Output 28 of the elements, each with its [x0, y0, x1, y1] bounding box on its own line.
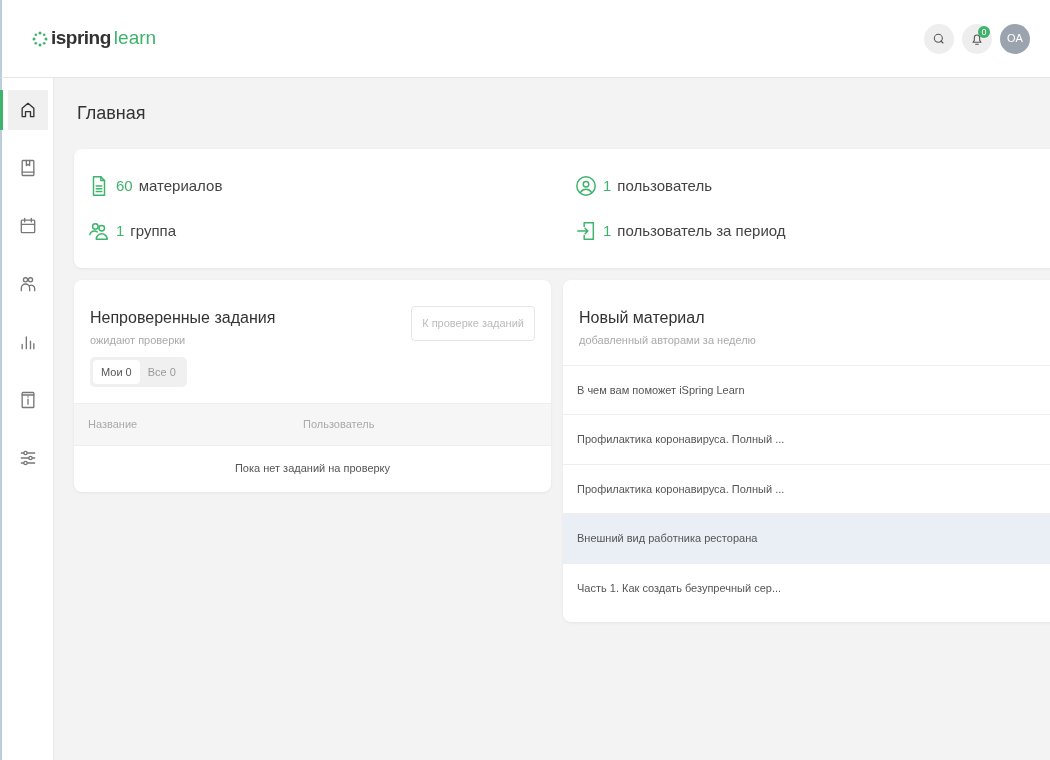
stat-number: 1 [603, 176, 612, 196]
stat-label: пользователь за период [617, 220, 786, 241]
stat-label: пользователь [617, 176, 713, 196]
page-title: Главная [76, 102, 147, 125]
card-subtitle: добавленный авторами за неделю [579, 333, 757, 348]
card-subtitle: ожидают проверки [90, 333, 187, 348]
stat-number: 1 [116, 220, 125, 241]
column-header: Название [88, 417, 139, 432]
material-item[interactable]: Профилактика коронавируса. Полный ... [563, 414, 1050, 464]
column-header: Пользователь [303, 417, 375, 432]
logo-text: learn [113, 26, 157, 51]
login-icon [575, 219, 597, 242]
stat-label: группа [130, 220, 177, 241]
logo-text: ispring [51, 26, 111, 51]
material-item[interactable]: В чем вам поможет iSpring Learn [563, 364, 1050, 414]
material-item[interactable]: Внешний вид работника ресторана [563, 513, 1050, 563]
filter-tab[interactable]: Мои 0 [93, 359, 140, 384]
logo-icon [32, 30, 48, 47]
user-icon [575, 175, 597, 198]
notification-badge: 0 [978, 25, 990, 38]
stat-number: 60 [116, 176, 133, 196]
stat-number: 1 [603, 220, 612, 241]
card-title: Новый материал [579, 308, 706, 328]
card-title: Непроверенные задания [90, 308, 276, 328]
empty-message: Пока нет заданий на проверку [233, 460, 392, 476]
material-item[interactable]: Часть 1. Как создать безупречный сер... [563, 562, 1050, 612]
search-button[interactable] [924, 23, 954, 54]
stat-label: материалов [138, 176, 223, 196]
